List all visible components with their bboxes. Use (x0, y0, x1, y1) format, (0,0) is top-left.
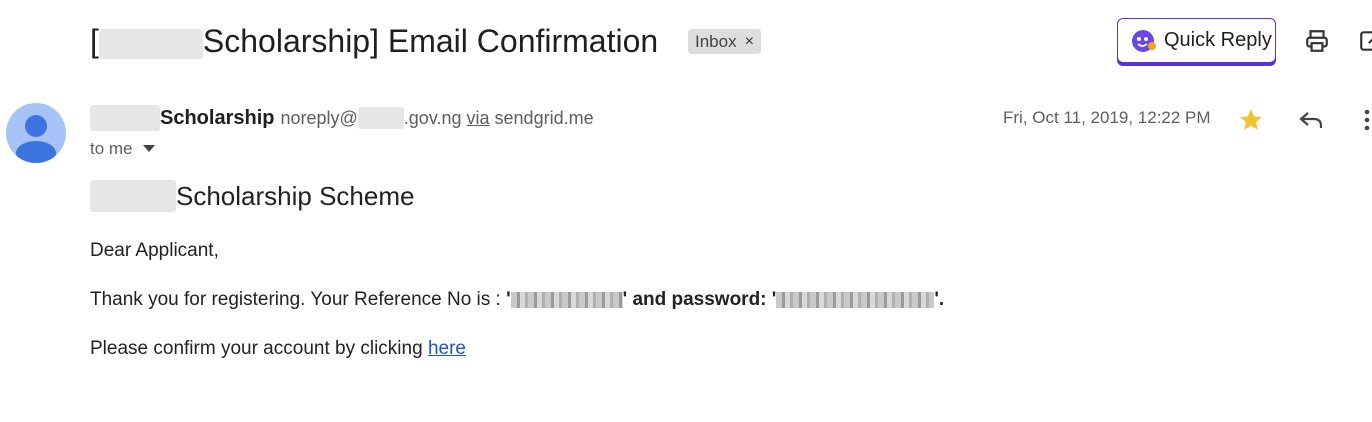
star-button[interactable] (1238, 107, 1264, 138)
redacted-block (90, 105, 160, 131)
registration-text: Thank you for registering. Your Referenc… (90, 289, 507, 310)
remove-label-button[interactable]: × (745, 33, 754, 51)
open-in-new-window-button[interactable] (1358, 28, 1372, 59)
sender-email-prefix: noreply@ (280, 107, 358, 128)
body-heading: Scholarship Scheme (90, 180, 414, 212)
label-name: Inbox (695, 31, 737, 51)
subject-open-bracket: [ (90, 23, 99, 59)
confirm-line: Please confirm your account by clicking … (90, 338, 466, 360)
print-button[interactable] (1304, 28, 1330, 59)
recipient-label: to me (90, 139, 133, 158)
subject-title: Scholarship] Email Confirmation (202, 23, 659, 59)
message-date: Fri, Oct 11, 2019, 12:22 PM (1003, 108, 1211, 127)
via-link[interactable]: via (467, 108, 490, 129)
email-subject: [ Scholarship] Email Confirmation (90, 20, 658, 62)
quick-reply-label: Quick Reply (1164, 29, 1272, 51)
quick-reply-button[interactable]: Quick Reply (1117, 18, 1276, 63)
sender-email-suffix: .gov.ng (403, 107, 462, 128)
more-options-button[interactable] (1362, 107, 1370, 138)
sender-email: noreply@ .gov.ng via sendgrid.me (280, 107, 594, 129)
quick-reply-icon (1132, 29, 1156, 52)
reply-icon (1299, 112, 1323, 128)
greeting-text: Dear Applicant, (90, 240, 219, 261)
person-icon (16, 115, 56, 163)
redacted-block (357, 107, 404, 129)
sender-avatar[interactable] (6, 103, 66, 163)
via-domain: sendgrid.me (494, 107, 594, 128)
body-heading-text: Scholarship Scheme (176, 180, 415, 211)
blurred-password (776, 291, 935, 308)
dropdown-arrow-icon (142, 145, 155, 152)
password-label: ' and password: ' (622, 289, 777, 310)
open-in-new-window-icon (1360, 31, 1372, 51)
sender-line: Scholarship noreply@ .gov.ng via sendgri… (90, 105, 594, 131)
redacted-block (90, 180, 176, 212)
blurred-reference-number (510, 291, 623, 308)
inbox-label-badge: Inbox × (688, 29, 761, 54)
more-vertical-icon (1364, 109, 1370, 131)
closing-quote: '. (934, 289, 945, 310)
recipient-details-toggle[interactable]: to me (90, 139, 155, 159)
redacted-block (98, 28, 203, 59)
registration-line: Thank you for registering. Your Referenc… (90, 289, 944, 311)
confirm-text: Please confirm your account by clicking (90, 338, 428, 359)
confirm-link[interactable]: here (428, 338, 466, 359)
star-icon (1240, 109, 1262, 130)
reply-button[interactable] (1298, 108, 1324, 137)
print-icon (1306, 30, 1328, 52)
sender-name[interactable]: Scholarship (160, 107, 274, 130)
